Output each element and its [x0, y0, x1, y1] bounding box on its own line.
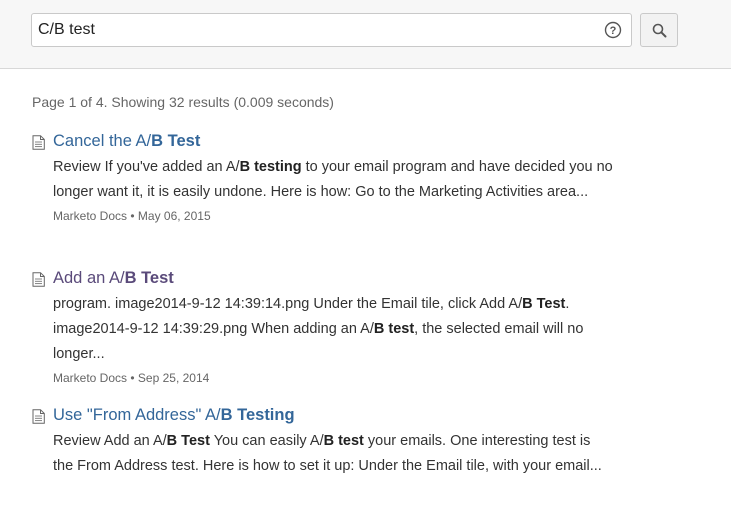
- highlighted-term: B Test: [151, 132, 201, 150]
- result-snippet: Review If you've added an A/B testing to…: [53, 159, 613, 200]
- result-snippet: Review Add an A/B Test You can easily A/…: [53, 433, 602, 474]
- search-result-2: Add an A/B Test program. image2014-9-12 …: [32, 269, 612, 385]
- document-icon: [32, 135, 45, 150]
- result-date: May 06, 2015: [137, 209, 211, 223]
- search-result-1: Cancel the A/B Test Review If you've add…: [32, 132, 613, 223]
- highlighted-term: B Test: [166, 433, 210, 449]
- highlighted-term: B testing: [239, 159, 302, 175]
- svg-text:?: ?: [610, 25, 617, 37]
- result-source: Marketo Docs: [53, 209, 128, 223]
- search-input[interactable]: [32, 14, 592, 46]
- highlighted-term: B test: [373, 321, 415, 337]
- highlighted-term: B Testing: [220, 406, 295, 424]
- result-source: Marketo Docs: [53, 371, 128, 385]
- highlighted-term: B Test: [124, 269, 174, 287]
- search-box: ?: [31, 13, 632, 47]
- search-header: ?: [0, 0, 731, 69]
- result-date: Sep 25, 2014: [137, 371, 210, 385]
- result-title-link[interactable]: Add an A/B Test: [53, 269, 174, 288]
- result-stats: Page 1 of 4. Showing 32 results (0.009 s…: [32, 94, 334, 110]
- help-icon[interactable]: ?: [604, 21, 622, 39]
- result-meta: Marketo Docs • Sep 25, 2014: [53, 371, 210, 385]
- search-icon: [652, 23, 667, 38]
- highlighted-term: B test: [323, 433, 364, 449]
- result-title-link[interactable]: Cancel the A/B Test: [53, 132, 200, 151]
- result-meta: Marketo Docs • May 06, 2015: [53, 209, 211, 223]
- result-title-link[interactable]: Use "From Address" A/B Testing: [53, 406, 295, 425]
- search-result-3: Use "From Address" A/B Testing Review Ad…: [32, 406, 612, 479]
- document-icon: [32, 409, 45, 424]
- search-button[interactable]: [640, 13, 678, 47]
- result-snippet: program. image2014-9-12 14:39:14.png Und…: [53, 296, 584, 362]
- document-icon: [32, 272, 45, 287]
- highlighted-term: B Test: [522, 296, 566, 312]
